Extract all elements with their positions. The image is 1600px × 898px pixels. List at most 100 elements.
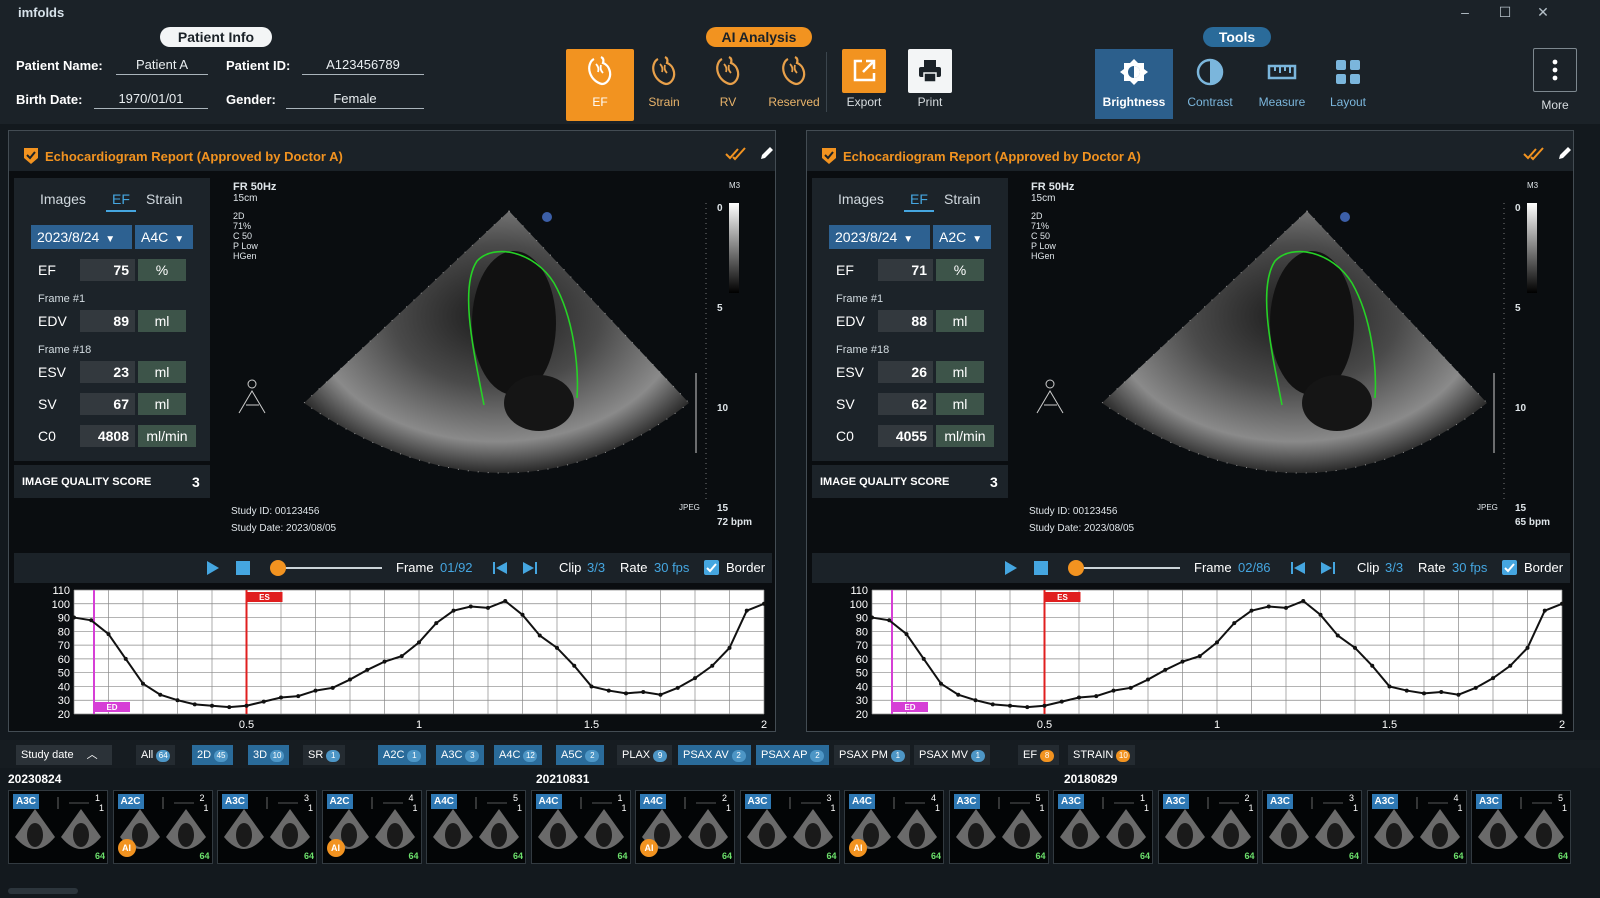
study-date-sort-button[interactable]: Study date ︿: [16, 745, 112, 765]
border-checkbox[interactable]: [1502, 560, 1517, 575]
echo-image-viewer[interactable]: FR 50Hz 15cm 2D 71% C 50 P Low HGen Study ID: 0…: [1007, 173, 1573, 543]
depth-tick: 15: [1515, 503, 1527, 514]
filter-chip-a2c[interactable]: A2C 1: [378, 745, 427, 765]
chip-label: PSAX AP: [761, 749, 808, 761]
curve-point: [1266, 604, 1271, 609]
more-button[interactable]: [1533, 48, 1577, 92]
edit-pencil-icon[interactable]: [759, 145, 773, 166]
stop-icon[interactable]: [1034, 561, 1048, 575]
filter-chip-a5c[interactable]: A5C 2: [556, 745, 605, 765]
thumbnail[interactable]: A4C 1 1 64: [530, 790, 631, 864]
tool-layout-button[interactable]: Layout: [1316, 49, 1380, 119]
border-checkbox[interactable]: [704, 560, 719, 575]
next-frame-icon[interactable]: [522, 561, 538, 578]
filter-chip-sr[interactable]: SR 1: [303, 745, 346, 765]
tool-button-label: Layout: [1329, 95, 1367, 109]
curve-point: [1249, 608, 1254, 613]
export-button[interactable]: Export: [830, 49, 898, 121]
thumbnail[interactable]: A3C 2 1 64: [1157, 790, 1258, 864]
frame-slider-track[interactable]: [282, 567, 382, 569]
close-button[interactable]: ✕: [1528, 2, 1558, 22]
tab-images[interactable]: Images: [838, 191, 884, 207]
thumbnail-frame-count: 64: [303, 851, 314, 861]
view-dropdown[interactable]: A4C ▼: [135, 225, 193, 249]
thumbnail-frame-count: 64: [826, 851, 837, 861]
echo-param: 71%: [1031, 221, 1050, 231]
frame-slider-thumb[interactable]: [1068, 560, 1084, 576]
approve-check-icon[interactable]: [725, 147, 747, 166]
filter-chip-all[interactable]: All 64: [136, 745, 176, 765]
thumb-scrollbar[interactable]: [8, 888, 78, 894]
chip-count-badge: 2: [810, 750, 825, 762]
tab-strain[interactable]: Strain: [146, 191, 183, 207]
curve-point: [675, 685, 680, 690]
play-icon[interactable]: [1004, 560, 1018, 579]
thumbnail[interactable]: A3C 1 1 64: [8, 790, 108, 864]
filter-chip-psax-mv[interactable]: PSAX MV 1: [914, 745, 990, 765]
filter-chip-psax-av[interactable]: PSAX AV 2: [678, 745, 751, 765]
frame-slider-thumb[interactable]: [270, 560, 286, 576]
thumbnail[interactable]: A3C 5 1 64: [948, 790, 1049, 864]
more-icon: [1552, 59, 1558, 81]
tool-contrast-button[interactable]: Contrast: [1178, 49, 1242, 119]
minimize-button[interactable]: –: [1450, 2, 1480, 22]
border-label: Border: [1524, 560, 1564, 575]
curve-point: [1128, 685, 1133, 690]
approve-check-icon[interactable]: [1523, 147, 1545, 166]
ai-ef-button[interactable]: EF: [566, 49, 634, 121]
thumbnail[interactable]: A3C 5 1 64: [1471, 790, 1571, 864]
view-dropdown[interactable]: A2C ▼: [933, 225, 991, 249]
thumbnail[interactable]: A4C 5 1 64: [426, 790, 526, 864]
ef-label: EF: [38, 262, 56, 278]
filter-chip-ef[interactable]: EF 8: [1018, 745, 1060, 765]
prev-frame-icon[interactable]: [492, 561, 508, 578]
thumbnail-view-label: A3C: [1476, 794, 1503, 809]
patient-name-label: Patient Name:: [16, 58, 103, 73]
echo-image-viewer[interactable]: FR 50Hz 15cm 2D 71% C 50 P Low HGen Study ID: 0…: [209, 173, 775, 543]
thumbnail[interactable]: A3C 3 1 64: [739, 790, 840, 864]
date-dropdown[interactable]: 2023/8/24 ▼: [31, 225, 132, 249]
maximize-button[interactable]: ☐: [1490, 2, 1520, 22]
ai-rv-button[interactable]: RV: [694, 49, 762, 121]
filter-chip-a4c[interactable]: A4C 12: [494, 745, 543, 765]
tab-ef[interactable]: EF: [904, 191, 934, 212]
filter-chip-strain[interactable]: STRAIN 10: [1068, 745, 1136, 765]
print-button[interactable]: Print: [896, 49, 964, 121]
thumbnail[interactable]: A2C 4 1 AI 64: [321, 790, 422, 864]
frame-label: Frame: [396, 560, 434, 575]
tab-strain[interactable]: Strain: [944, 191, 981, 207]
tool-measure-button[interactable]: Measure: [1250, 49, 1314, 119]
filter-chip-2d[interactable]: 2D 45: [192, 745, 234, 765]
border-label: Border: [726, 560, 766, 575]
frame-slider-track[interactable]: [1080, 567, 1180, 569]
y-tick-label: 100: [850, 599, 868, 611]
play-icon[interactable]: [206, 560, 220, 579]
filter-chip-plax[interactable]: PLAX 9: [617, 745, 673, 765]
x-tick-label: 1: [416, 719, 422, 731]
date-dropdown[interactable]: 2023/8/24 ▼: [829, 225, 930, 249]
filter-chip-psax-ap[interactable]: PSAX AP 2: [756, 745, 830, 765]
thumbnail[interactable]: A2C 2 1 AI 64: [112, 790, 213, 864]
thumbnail[interactable]: A3C 4 1 64: [1366, 790, 1467, 864]
tab-ef[interactable]: EF: [106, 191, 136, 212]
thumbnail[interactable]: A3C 1 1 64: [1053, 790, 1153, 864]
thumbnail[interactable]: A3C 3 1 64: [1262, 790, 1362, 864]
filter-chip-a3c[interactable]: A3C 3: [436, 745, 485, 765]
filter-chip-3d[interactable]: 3D 10: [248, 745, 290, 765]
thumb-date-3: 20180829: [1064, 772, 1118, 786]
thumbnail[interactable]: A3C 3 1 64: [217, 790, 317, 864]
tool-brightness-button[interactable]: Brightness: [1095, 49, 1173, 119]
ai-reserved-button[interactable]: Reserved: [760, 49, 828, 121]
prev-frame-icon[interactable]: [1290, 561, 1306, 578]
filter-chip-psax-pm[interactable]: PSAX PM 1: [834, 745, 910, 765]
thumbnail[interactable]: A4C 2 1 AI 64: [635, 790, 735, 864]
ef-value: 71: [878, 259, 933, 281]
ai-strain-button[interactable]: Strain: [630, 49, 698, 121]
date-dropdown-value: 2023/8/24: [835, 229, 898, 245]
edit-pencil-icon[interactable]: [1557, 145, 1571, 166]
curve-point: [399, 654, 404, 659]
tab-images[interactable]: Images: [40, 191, 86, 207]
thumbnail[interactable]: A4C 4 1 AI 64: [844, 790, 944, 864]
next-frame-icon[interactable]: [1320, 561, 1336, 578]
stop-icon[interactable]: [236, 561, 250, 575]
